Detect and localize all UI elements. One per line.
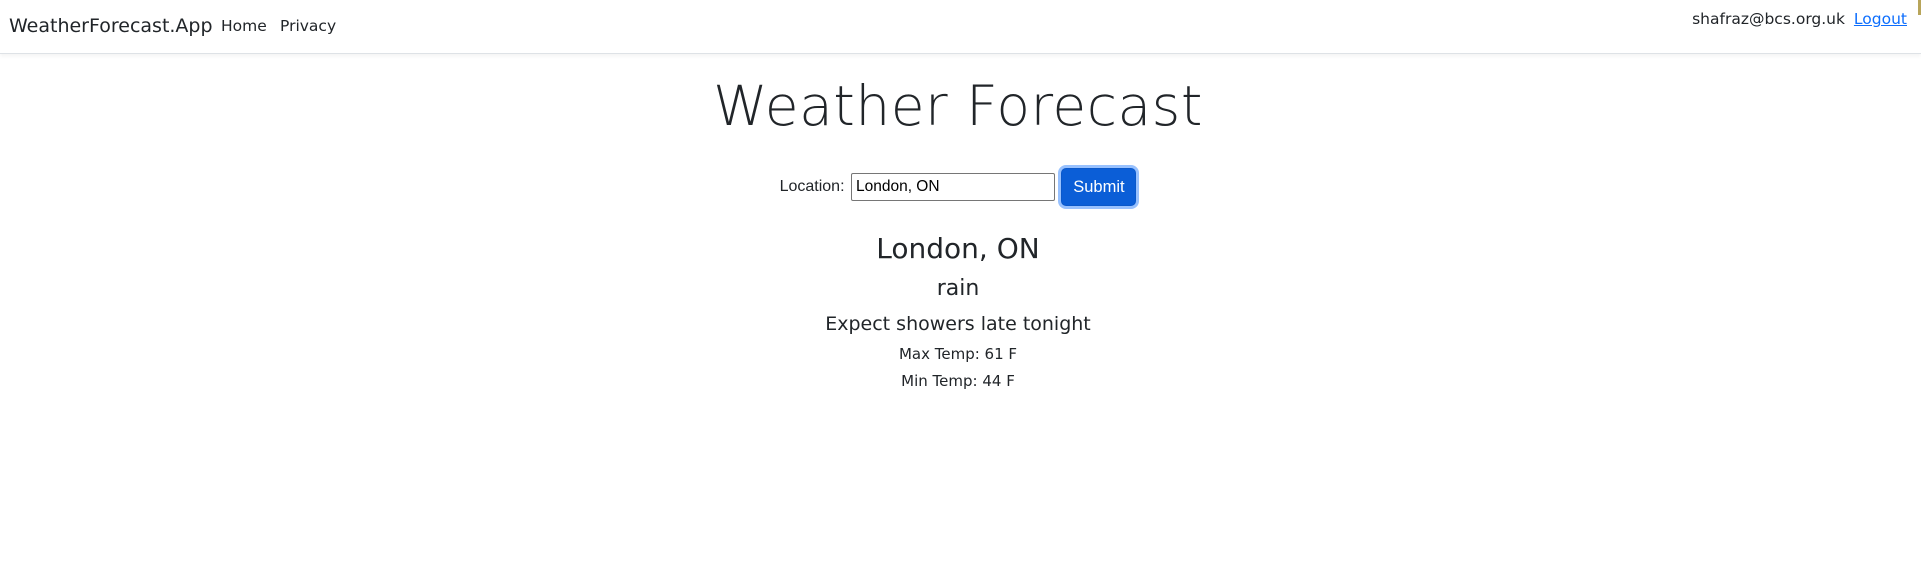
user-area: shafraz@bcs.org.uk Logout: [1692, 10, 1907, 28]
submit-button[interactable]: Submit: [1061, 168, 1137, 206]
brand-link[interactable]: WeatherForecast.App: [9, 15, 213, 37]
result-min-temp: Min Temp: 44 F: [901, 372, 1015, 390]
result-location: London, ON: [876, 232, 1040, 265]
page-title: Weather Forecast: [713, 74, 1203, 138]
nav-privacy-link[interactable]: Privacy: [280, 17, 336, 35]
result-max-temp: Max Temp: 61 F: [898, 345, 1018, 363]
location-input[interactable]: [850, 173, 1055, 201]
result-condition: rain: [936, 276, 980, 301]
navbar: WeatherForecast.App Home Privacy shafraz…: [0, 0, 1921, 54]
logout-link[interactable]: Logout: [1854, 10, 1907, 28]
location-label: Location:: [779, 178, 845, 195]
user-email: shafraz@bcs.org.uk: [1692, 10, 1845, 28]
result-description: Expect showers late tonight: [825, 313, 1091, 335]
nav-home-link[interactable]: Home: [221, 17, 267, 35]
location-form: Location: Submit: [0, 168, 1916, 206]
